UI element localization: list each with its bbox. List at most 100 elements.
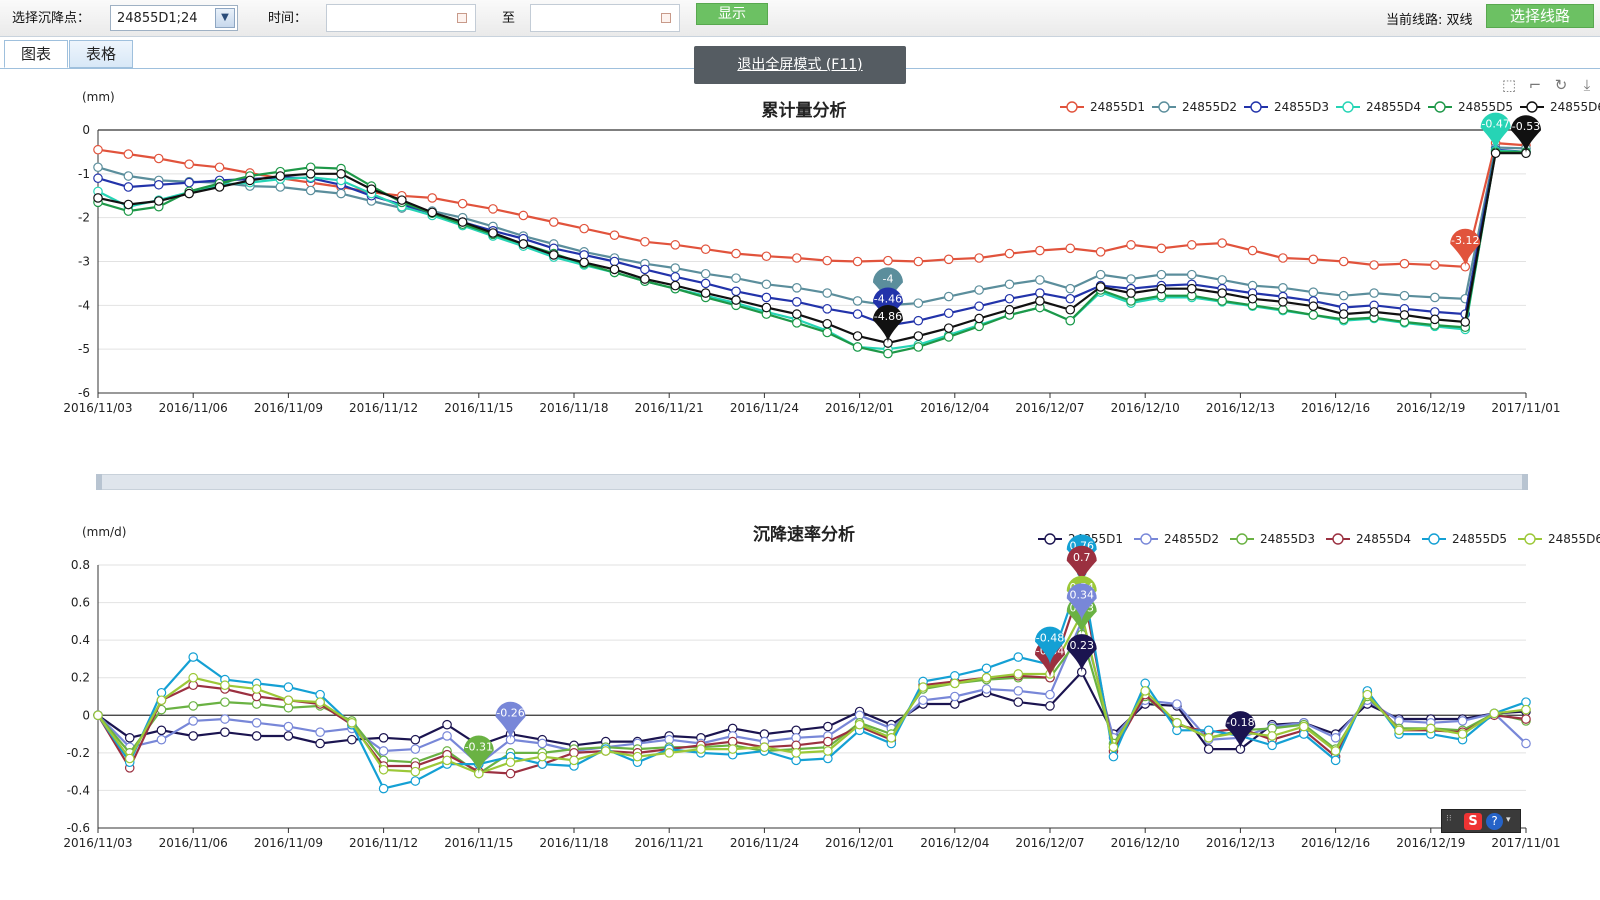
data-point [1108, 742, 1119, 753]
data-point [852, 309, 863, 319]
data-point [700, 288, 711, 298]
data-point [1035, 288, 1045, 298]
data-point [1521, 704, 1531, 715]
x-tick-label: 2016/11/15 [444, 836, 513, 850]
data-point [1126, 240, 1136, 250]
zoom-handle-left[interactable] [96, 474, 102, 490]
data-label-pin: -0.18 [1225, 711, 1256, 750]
data-point [1338, 256, 1349, 267]
help-icon[interactable]: ? [1486, 813, 1503, 830]
data-point [488, 228, 498, 238]
legend-marker [1434, 101, 1446, 113]
x-tick-label: 2016/11/15 [444, 401, 513, 415]
zoom-handle-right[interactable] [1522, 474, 1528, 490]
x-tick-label: 2017/11/01 [1491, 401, 1560, 415]
x-tick-label: 2016/11/09 [254, 836, 323, 850]
data-point [883, 255, 893, 266]
data-point [1278, 282, 1288, 293]
data-point [1004, 293, 1015, 304]
data-label: -4.86 [874, 310, 902, 323]
data-point [700, 278, 711, 289]
data-point [1186, 283, 1197, 294]
x-tick-label: 2016/12/16 [1301, 836, 1370, 850]
data-point [759, 742, 770, 753]
data-point [1430, 292, 1440, 303]
data-point [1399, 258, 1410, 269]
data-point [823, 746, 833, 756]
sogou-icon[interactable]: S [1464, 813, 1482, 830]
data-point [981, 672, 992, 683]
data-label-pin: -0.26 [495, 701, 526, 740]
x-tick-label: 2016/11/12 [349, 836, 418, 850]
ime-toolbar[interactable]: ⁝⁝ S ? ▾ [1441, 809, 1521, 833]
y-tick-label: 0.2 [71, 671, 90, 685]
data-point [366, 184, 377, 194]
data-point [913, 256, 924, 267]
restore-icon[interactable]: ↻ [1552, 76, 1570, 94]
data-point [378, 783, 389, 794]
data-point [1095, 247, 1106, 257]
data-label: -0.18 [1226, 716, 1254, 729]
data-label: -4.46 [874, 292, 902, 305]
data-point [670, 240, 681, 250]
data-point [640, 236, 650, 247]
x-tick-label: 2016/12/04 [920, 401, 989, 415]
data-point [410, 744, 421, 754]
data-point [220, 697, 230, 707]
data-point [347, 717, 357, 728]
x-tick-label: 2016/12/01 [825, 836, 894, 850]
data-point [1308, 287, 1319, 297]
data-point [761, 302, 772, 313]
data-point [410, 734, 421, 745]
data-point [1126, 288, 1136, 298]
data-point [822, 255, 832, 266]
chevron-down-icon[interactable]: ▾ [1506, 815, 1511, 825]
data-label: -0.26 [496, 707, 524, 720]
y-tick-label: -2 [78, 211, 90, 225]
data-point [305, 185, 316, 196]
data-point [1095, 282, 1106, 292]
data-point [184, 159, 194, 169]
data-label: -0.47 [1481, 118, 1509, 131]
data-point [251, 717, 262, 728]
data-point [1338, 309, 1349, 319]
data-point [792, 297, 802, 307]
data-point [1278, 297, 1288, 307]
x-tick-label: 2016/12/13 [1206, 401, 1275, 415]
data-point [93, 144, 103, 155]
data-zoom-slider[interactable] [98, 474, 1526, 490]
y-tick-label: 0 [82, 708, 90, 722]
legend-marker [1158, 101, 1170, 113]
zoom-select-icon[interactable]: ⬚ [1500, 76, 1518, 94]
zoom-reset-icon[interactable]: ⌐ [1526, 76, 1544, 94]
data-label: -0.48 [1036, 632, 1064, 645]
data-point [123, 199, 134, 210]
y-axis-unit: (mm) [82, 90, 115, 104]
legend-marker [1428, 533, 1440, 545]
download-icon[interactable]: ⤓ [1578, 76, 1596, 94]
data-point [442, 719, 452, 730]
data-point [883, 348, 893, 359]
x-tick-label: 2017/11/01 [1491, 836, 1560, 850]
legend-item: 24855D1 [1090, 100, 1145, 114]
data-label-pin: 0.23 [1066, 634, 1097, 673]
legend-marker [1250, 101, 1262, 113]
y-tick-label: 0.8 [71, 558, 90, 572]
data-point [1457, 729, 1468, 739]
y-tick-label: -0.2 [67, 746, 90, 760]
grip-icon: ⁝⁝ [1446, 814, 1452, 824]
exit-fullscreen-banner[interactable]: 退出全屏模式 (F11) [694, 46, 906, 84]
data-point [283, 721, 294, 732]
data-label-pin: -4.86 [872, 305, 903, 344]
data-point [505, 768, 516, 779]
data-point [488, 204, 498, 214]
data-point [913, 298, 924, 308]
data-point [283, 731, 294, 741]
data-point [1186, 269, 1197, 280]
data-point [1004, 304, 1015, 315]
data-point [609, 230, 620, 240]
data-point [1278, 304, 1288, 315]
data-point [974, 301, 984, 312]
data-point [1247, 293, 1258, 304]
data-point [731, 273, 741, 283]
